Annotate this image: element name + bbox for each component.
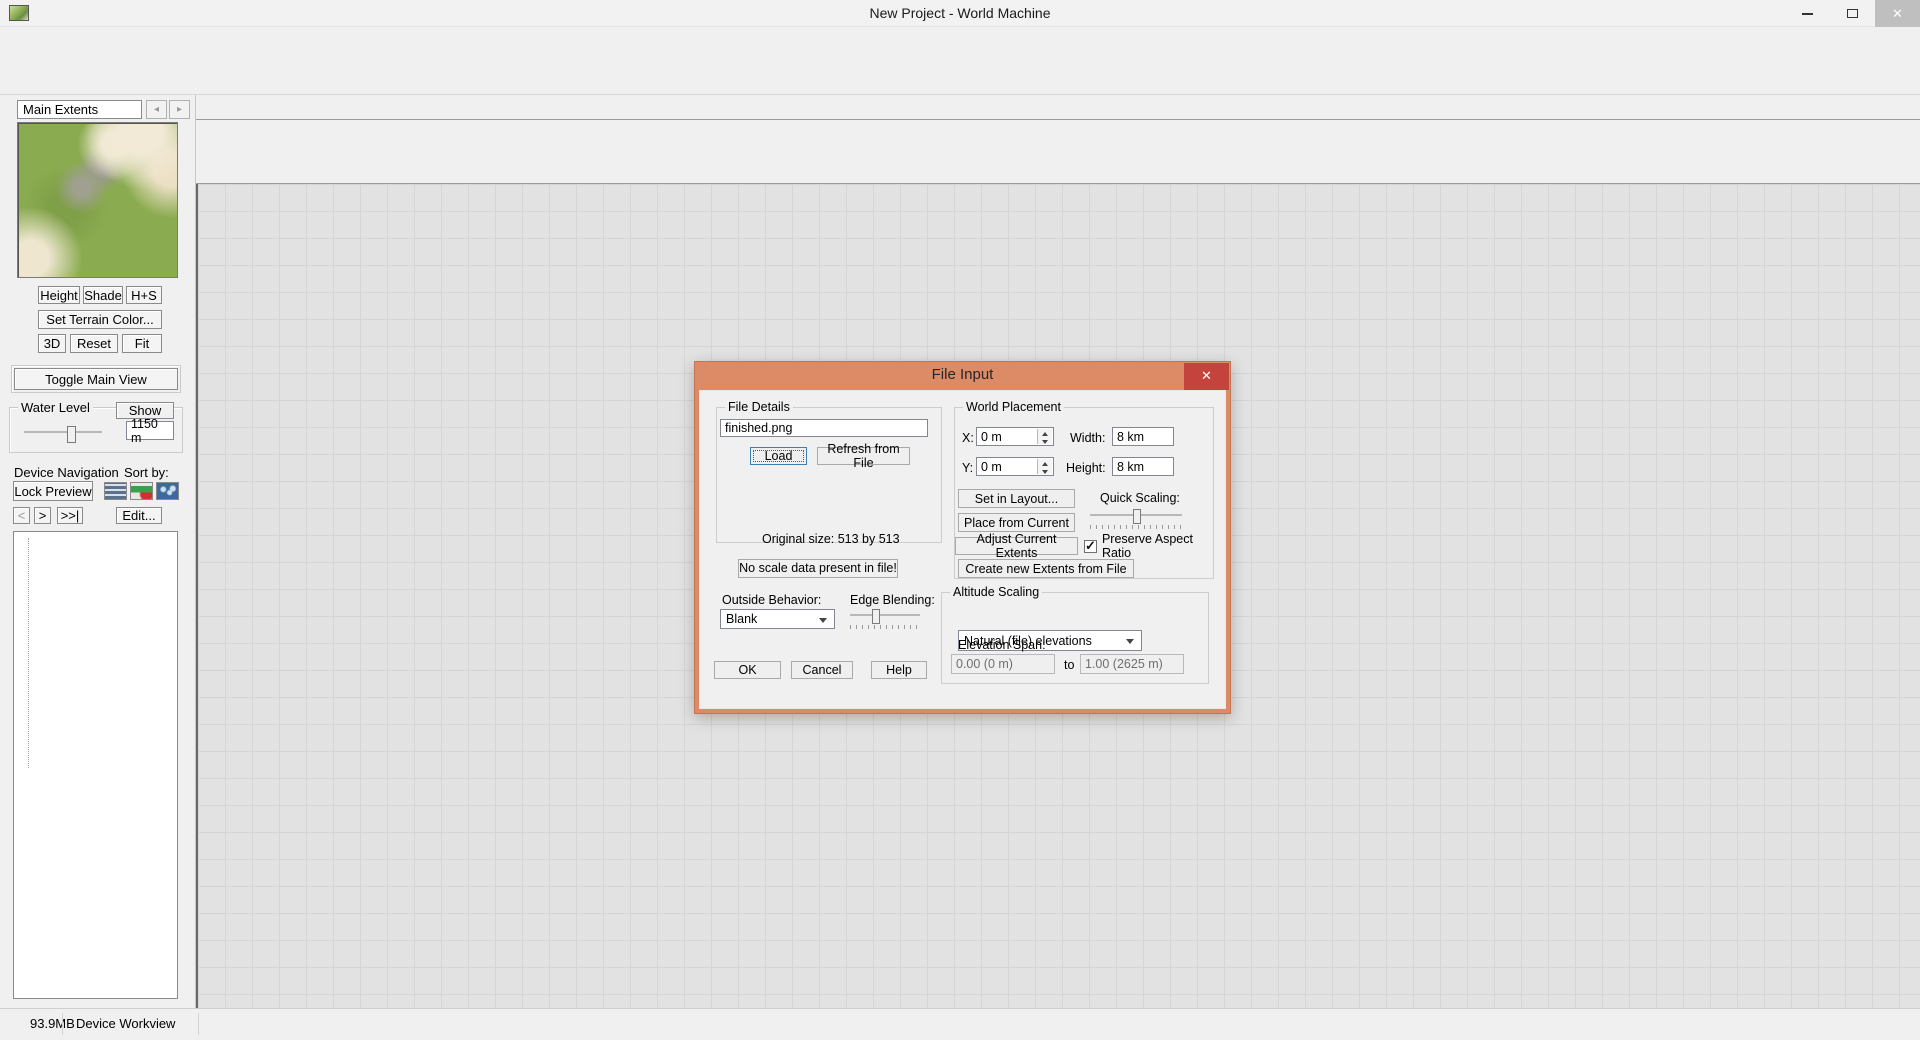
reset-button[interactable]: Reset xyxy=(70,334,118,353)
water-level-slider[interactable] xyxy=(24,426,102,443)
edge-blending-label: Edge Blending: xyxy=(850,593,935,607)
quick-scaling-thumb[interactable] xyxy=(1133,509,1141,524)
preview-shade-button[interactable]: Shade xyxy=(83,286,123,304)
y-label: Y: xyxy=(962,461,973,475)
sort-world-icon[interactable] xyxy=(156,482,179,500)
minimize-button[interactable] xyxy=(1785,0,1830,27)
dialog-close-button[interactable]: ✕ xyxy=(1184,363,1229,390)
dialog-title[interactable]: File Input xyxy=(695,362,1230,390)
set-in-layout-button[interactable]: Set in Layout... xyxy=(958,489,1075,508)
terrain-preview[interactable] xyxy=(17,122,178,278)
nav-prev-button[interactable]: < xyxy=(13,507,30,524)
x-label: X: xyxy=(962,431,974,445)
refresh-from-file-button[interactable]: Refresh from File xyxy=(817,447,910,465)
outside-behavior-label: Outside Behavior: xyxy=(722,593,821,607)
status-separator xyxy=(62,1013,63,1035)
extents-next-button[interactable]: ▸ xyxy=(169,100,190,119)
device-tabs-row xyxy=(196,95,1920,120)
maximize-icon xyxy=(1847,9,1858,18)
file-input-dialog: File Input ✕ File Details finished.png L… xyxy=(694,361,1231,714)
no-scale-data-notice: No scale data present in file! xyxy=(738,559,898,578)
height-field[interactable]: 8 km xyxy=(1112,457,1174,476)
width-label: Width: xyxy=(1070,431,1105,445)
dialog-body: File Details finished.png Load Refresh f… xyxy=(699,390,1226,709)
edge-blending-thumb[interactable] xyxy=(872,609,880,624)
minimize-icon xyxy=(1802,13,1813,15)
current-view-label: Device Workview xyxy=(76,1016,175,1031)
nav-next-button[interactable]: > xyxy=(34,507,51,524)
cancel-button[interactable]: Cancel xyxy=(791,661,853,679)
x-spinner[interactable] xyxy=(1037,429,1052,444)
title-bar: New Project - World Machine ✕ xyxy=(0,0,1920,27)
preserve-aspect-label: Preserve Aspect Ratio xyxy=(1102,532,1225,560)
x-field[interactable]: 0 m xyxy=(976,427,1054,446)
close-button[interactable]: ✕ xyxy=(1875,0,1920,27)
fit-button[interactable]: Fit xyxy=(122,334,162,353)
device-navigation-label: Device Navigation xyxy=(14,465,119,480)
height-label: Height: xyxy=(1066,461,1106,475)
adjust-current-extents-button[interactable]: Adjust Current Extents xyxy=(955,537,1078,555)
load-button[interactable]: Load xyxy=(750,447,807,465)
window-title: New Project - World Machine xyxy=(0,5,1920,21)
y-spinner[interactable] xyxy=(1037,459,1052,474)
sort-list-icon[interactable] xyxy=(104,482,127,500)
help-button[interactable]: Help xyxy=(871,661,927,679)
filename-field[interactable]: finished.png xyxy=(720,419,928,437)
left-panel: Main Extents ◂ ▸ Height Shade H+S Set Te… xyxy=(0,95,196,1008)
water-slider-thumb[interactable] xyxy=(67,426,76,443)
sort-device-icon[interactable] xyxy=(130,482,153,500)
lock-preview-button[interactable]: Lock Preview xyxy=(13,481,93,501)
quick-scaling-slider[interactable] xyxy=(1090,509,1182,525)
preserve-aspect-row[interactable]: Preserve Aspect Ratio xyxy=(1084,539,1225,553)
maximize-button[interactable] xyxy=(1830,0,1875,27)
elevation-to-field[interactable]: 1.00 (2625 m) xyxy=(1080,654,1184,674)
set-terrain-color-button[interactable]: Set Terrain Color... xyxy=(38,310,162,329)
device-list xyxy=(13,531,178,999)
water-level-label: Water Level xyxy=(18,400,93,415)
altitude-scaling-legend: Altitude Scaling xyxy=(950,585,1042,599)
width-field[interactable]: 8 km xyxy=(1112,427,1174,446)
device-tree-line xyxy=(28,538,29,768)
status-bar: 93.9MB Device Workview xyxy=(0,1008,1920,1040)
memory-usage: 93.9MB xyxy=(30,1016,75,1031)
generator-palette xyxy=(196,120,1920,158)
nav-last-button[interactable]: >>| xyxy=(57,507,83,524)
elevation-from-field[interactable]: 0.00 (0 m) xyxy=(951,654,1055,674)
world-placement-legend: World Placement xyxy=(963,400,1064,414)
preserve-aspect-checkbox[interactable] xyxy=(1084,540,1097,553)
toggle-main-view-button[interactable]: Toggle Main View xyxy=(14,368,178,390)
preview-hs-button[interactable]: H+S xyxy=(126,286,162,304)
page-tabs-row xyxy=(196,158,1920,184)
ok-button[interactable]: OK xyxy=(714,661,781,679)
preview-height-button[interactable]: Height xyxy=(38,286,80,304)
y-field[interactable]: 0 m xyxy=(976,457,1054,476)
edit-button[interactable]: Edit... xyxy=(116,507,162,524)
quick-scaling-label: Quick Scaling: xyxy=(1100,491,1180,505)
extents-selector[interactable]: Main Extents xyxy=(17,100,142,119)
edge-blending-slider[interactable] xyxy=(850,609,920,625)
outside-behavior-select[interactable]: Blank xyxy=(720,609,835,629)
menu-bar xyxy=(0,27,1920,52)
water-level-value[interactable]: 1150 m xyxy=(126,421,174,440)
elevation-span-label: Elevation Span: xyxy=(958,638,1046,652)
x-value: 0 m xyxy=(981,430,1002,444)
y-value: 0 m xyxy=(981,460,1002,474)
place-from-current-button[interactable]: Place from Current xyxy=(958,513,1075,532)
3d-button[interactable]: 3D xyxy=(38,334,66,353)
file-details-legend: File Details xyxy=(725,400,793,414)
original-size-text: Original size: 513 by 513 xyxy=(762,532,900,546)
sort-by-label: Sort by: xyxy=(124,465,169,480)
elevation-to-word: to xyxy=(1064,658,1074,672)
extents-prev-button[interactable]: ◂ xyxy=(146,100,167,119)
create-new-extents-button[interactable]: Create new Extents from File xyxy=(958,559,1134,578)
main-toolbar xyxy=(0,52,1920,95)
status-separator xyxy=(198,1013,199,1035)
